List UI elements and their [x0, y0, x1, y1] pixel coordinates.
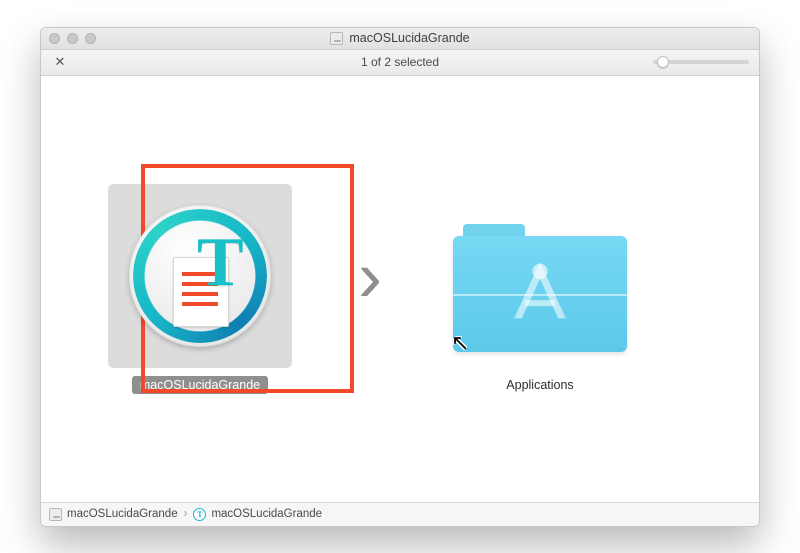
app-icon: T — [129, 205, 271, 347]
path-segment-0[interactable]: macOSLucidaGrande — [49, 508, 178, 521]
app-icon-tile: T — [108, 184, 292, 368]
folder-icon-tile: ↖ — [448, 184, 632, 368]
path-segment-label: macOSLucidaGrande — [211, 508, 322, 520]
alias-arrow-icon: ↖ — [451, 330, 469, 356]
path-segment-1[interactable]: T macOSLucidaGrande — [193, 508, 322, 521]
window-title-wrap: macOSLucidaGrande — [49, 31, 751, 45]
slider-thumb[interactable] — [657, 56, 669, 68]
selection-status: 1 of 2 selected — [361, 55, 439, 69]
icon-size-slider[interactable] — [653, 60, 749, 64]
toolbar: ✕ 1 of 2 selected — [41, 50, 759, 76]
disk-icon — [330, 32, 343, 45]
arrow-icon: › — [358, 236, 382, 318]
finder-window: macOSLucidaGrande ✕ 1 of 2 selected T — [40, 27, 760, 527]
app-item-label: macOSLucidaGrande — [132, 376, 268, 394]
applications-folder-icon: ↖ — [453, 224, 627, 352]
slider-track — [653, 60, 749, 64]
letter-t-icon: T — [197, 223, 244, 303]
chevron-right-icon: › — [184, 508, 188, 520]
content-area[interactable]: T macOSLucidaGrande › — [41, 76, 759, 502]
app-item[interactable]: T macOSLucidaGrande — [100, 184, 300, 394]
zoom-button[interactable] — [85, 33, 96, 44]
toolbar-action-button[interactable]: ✕ — [49, 52, 71, 72]
path-bar: macOSLucidaGrande › T macOSLucidaGrande — [41, 502, 759, 526]
titlebar: macOSLucidaGrande — [41, 28, 759, 50]
disk-icon — [49, 508, 62, 521]
close-button[interactable] — [49, 33, 60, 44]
crossed-tools-icon: ✕ — [55, 54, 66, 70]
window-title: macOSLucidaGrande — [349, 31, 469, 45]
app-mini-icon: T — [193, 508, 206, 521]
applications-folder-item[interactable]: ↖ Applications — [440, 184, 640, 394]
minimize-button[interactable] — [67, 33, 78, 44]
folder-item-label: Applications — [498, 376, 581, 394]
traffic-lights — [49, 33, 96, 44]
path-segment-label: macOSLucidaGrande — [67, 508, 178, 520]
